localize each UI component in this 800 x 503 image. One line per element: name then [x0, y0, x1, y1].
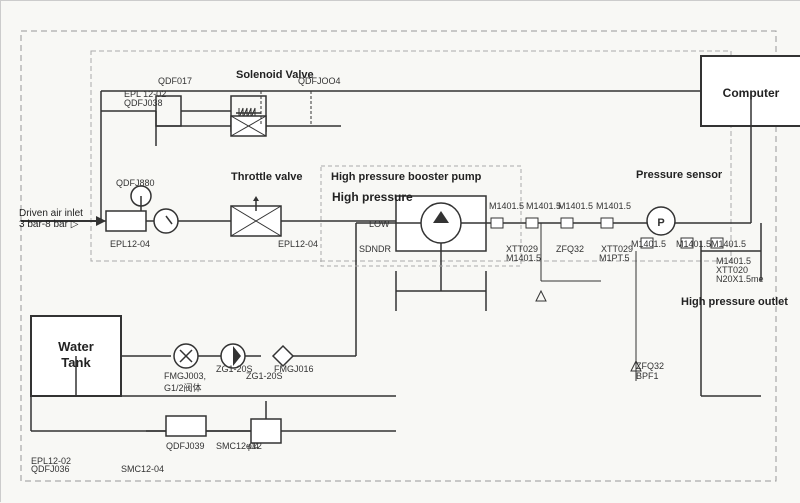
- m1401-label7: M1401.5: [711, 239, 746, 249]
- qdfj038-label: QDFJ038: [124, 98, 163, 108]
- m1401-label3: M1401.5: [558, 201, 593, 211]
- pressure-sensor-label: Pressure sensor: [636, 169, 722, 181]
- n20x1-label: N20X1.5me: [716, 274, 764, 284]
- high-pressure-booster-label: High pressure booster pump: [331, 171, 481, 183]
- driven-air-inlet-label: Driven air inlet3 bar-8 bar ▷: [19, 208, 83, 230]
- high-pressure-label: High pressure: [332, 190, 413, 204]
- sdndr-label: SDNDR: [359, 244, 391, 254]
- epl12-04-label1: EPL12-04: [110, 239, 150, 249]
- m1401-label5: M1401.5: [631, 239, 666, 249]
- epl12-04-label2: EPL12-04: [278, 239, 318, 249]
- fmgj016-label: FMGJ016: [274, 364, 314, 374]
- fmgj003-label: FMGJ003,G1/2阀体: [164, 371, 206, 394]
- qdfj039-label: QDFJ039: [166, 441, 205, 451]
- zfq32-label: ZFQ32: [556, 244, 584, 254]
- m1p1-label: M1PT.5: [599, 253, 630, 263]
- qdf017-label: QDF017: [158, 76, 192, 86]
- diagram-container: suncenter made-in-china.com Computer: [0, 0, 800, 502]
- svg-text:Water: Water: [58, 339, 94, 354]
- svg-text:P: P: [657, 217, 664, 229]
- m1401-label1: M1401.5: [489, 201, 524, 211]
- qdfj036-label: QDFJ036: [31, 464, 70, 474]
- smc12-04b-label: SMC12-04: [121, 464, 164, 474]
- zfq32-label2: ZFQ32: [636, 361, 664, 371]
- high-pressure-outlet-label: High pressure outlet: [681, 296, 788, 308]
- low-label: LOW: [369, 219, 390, 229]
- m1401-label6: M1401.5: [676, 239, 711, 249]
- m1401-label4: M1401.5: [596, 201, 631, 211]
- qdfjoo4-label: QDFJOO4: [298, 76, 341, 86]
- throttle-valve-label: Throttle valve: [231, 171, 303, 183]
- size-label: φ12: [246, 441, 262, 451]
- m1401-label8: M1401.5: [506, 253, 541, 263]
- qdfj880-label: QDFJ880: [116, 178, 155, 188]
- bpf1-label: BPF1: [636, 371, 659, 381]
- m1401-label2: M1401.5: [526, 201, 561, 211]
